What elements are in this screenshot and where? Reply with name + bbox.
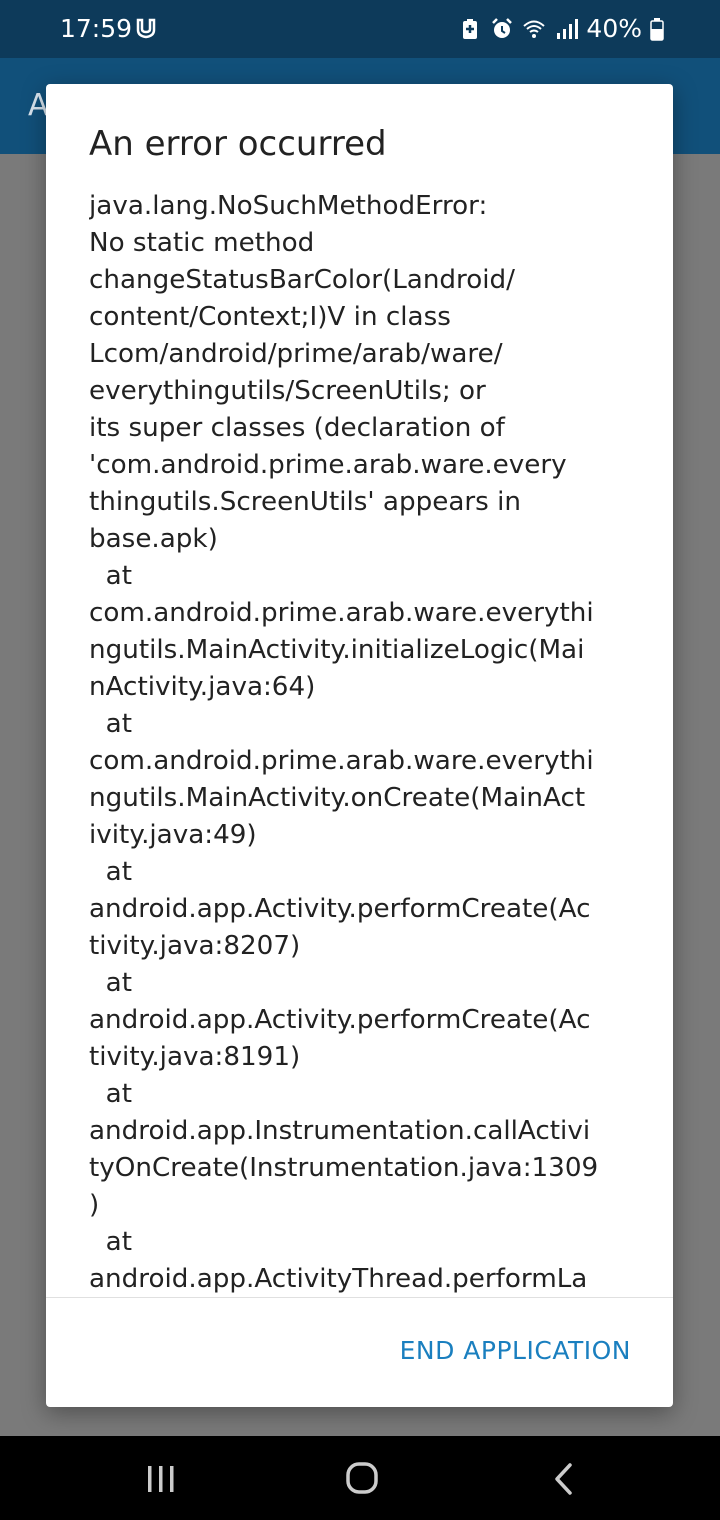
end-application-button[interactable]: END APPLICATION — [400, 1336, 631, 1365]
status-icons: 40% — [458, 14, 664, 43]
dialog-divider — [46, 1297, 673, 1298]
alarm-icon — [492, 17, 513, 38]
dialog-message: java.lang.NoSuchMethodError: No static m… — [89, 191, 599, 1294]
home-icon[interactable] — [342, 1462, 382, 1496]
battery-saver-icon — [463, 18, 478, 39]
battery-percent: 40% — [586, 14, 642, 43]
back-icon[interactable] — [544, 1462, 584, 1496]
recents-icon[interactable] — [141, 1462, 181, 1496]
navigation-bar — [0, 1436, 720, 1520]
status-time: 17:59 — [60, 14, 133, 43]
error-dialog: An error occurred java.lang.NoSuchMethod… — [46, 84, 673, 1407]
dialog-title: An error occurred — [89, 124, 387, 164]
dialog-message-scroll[interactable]: java.lang.NoSuchMethodError: No static m… — [89, 188, 637, 1298]
wifi-icon — [523, 20, 546, 38]
notification-icon — [136, 18, 156, 39]
battery-icon — [650, 17, 664, 41]
status-bar: 17:59 40% — [0, 0, 720, 58]
signal-icon — [557, 18, 579, 39]
